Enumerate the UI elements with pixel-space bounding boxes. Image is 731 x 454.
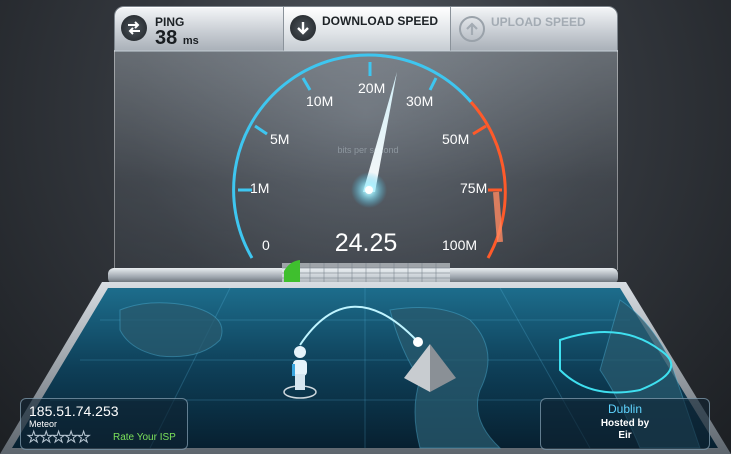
host-info-box[interactable]: Dublin Hosted by Eir: [540, 398, 710, 450]
tick-label-30m: 30M: [406, 93, 433, 109]
bits-per-second-label: bits per second: [337, 145, 398, 155]
tick-label-50m: 50M: [442, 131, 469, 147]
gauge-tick-labels: 0 1M 5M 10M 20M 30M 50M 75M 100M: [250, 80, 487, 253]
tick-label-75m: 75M: [460, 180, 487, 196]
connection-endpoint: [413, 337, 423, 347]
hosted-by-label: Hosted by: [600, 418, 650, 429]
tick-label-0: 0: [262, 237, 270, 253]
gauge-ticks: [238, 62, 438, 192]
client-info-box: 185.51.74.253 Meteor ★★★★★ Rate Your ISP: [20, 398, 188, 450]
speedometer-gauge: 0 1M 5M 10M 20M 30M 50M 75M 100M bits pe…: [232, 53, 507, 259]
star-icon[interactable]: ★: [76, 429, 91, 447]
tick-label-20m: 20M: [358, 80, 385, 96]
gauge-hub: [365, 186, 373, 194]
star-icon[interactable]: ★: [64, 429, 79, 447]
rating-stars[interactable]: ★★★★★: [26, 428, 91, 447]
speed-reading: 24.25: [335, 229, 398, 257]
tick-label-100m: 100M: [442, 237, 477, 253]
gauge-arc: [232, 53, 473, 259]
star-icon[interactable]: ★: [51, 429, 66, 447]
server-city: Dublin: [607, 402, 643, 416]
star-icon[interactable]: ★: [39, 429, 54, 447]
tick-label-10m: 10M: [306, 93, 333, 109]
gauge-redzone-inner: [493, 191, 503, 243]
host-name: Eir: [618, 430, 632, 441]
tick-label-5m: 5M: [270, 131, 289, 147]
rate-your-isp-link[interactable]: Rate Your ISP: [113, 432, 176, 443]
tick-label-1m: 1M: [250, 180, 269, 196]
ip-address: 185.51.74.253: [29, 403, 119, 419]
star-icon[interactable]: ★: [26, 429, 41, 447]
